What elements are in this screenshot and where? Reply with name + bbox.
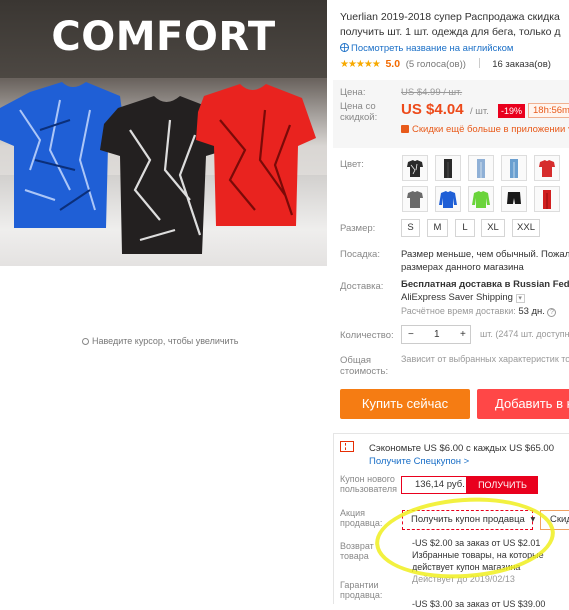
stock-note: шт. (2474 шт. доступн bbox=[480, 329, 569, 339]
product-title-line1: Yuerlian 2019-2018 супер Распродажа скид… bbox=[340, 11, 560, 23]
return-label-line1: Возврат bbox=[340, 541, 374, 551]
color-label: Цвет: bbox=[340, 159, 364, 170]
tshirts-illustration bbox=[0, 82, 316, 254]
fit-label: Посадка: bbox=[340, 249, 380, 260]
rating-row[interactable]: ★★★★★ 5.0 (5 голоса(ов)) 16 заказа(ов) bbox=[340, 58, 551, 70]
guarantee-label-line1: Гарантии bbox=[340, 580, 379, 590]
quantity-stepper[interactable]: − 1 + bbox=[401, 325, 471, 344]
seller-promo-label-line2: продавца: bbox=[340, 518, 383, 528]
color-swatch[interactable] bbox=[435, 186, 461, 212]
color-swatch[interactable] bbox=[468, 155, 494, 181]
seller-promo-label: Акция продавца: bbox=[340, 508, 382, 528]
fit-line1: Размер меньше, чем обычный. Пожалуй bbox=[401, 249, 569, 260]
magnifier-icon bbox=[82, 338, 89, 345]
app-deal-text: Скидки ещё больше в приложении bbox=[412, 124, 566, 135]
return-label-line2: товара bbox=[340, 551, 369, 561]
size-option-m[interactable]: M bbox=[427, 219, 448, 237]
coupon-deal-amount-2[interactable]: -US $3.00 за заказ от US $39.00 bbox=[412, 598, 545, 610]
qty-label: Количество: bbox=[340, 330, 394, 341]
coupon-deal-scope: Избранные товары, на которые bbox=[412, 550, 544, 560]
color-swatch[interactable] bbox=[501, 186, 527, 212]
guarantee-label-line2: продавца: bbox=[340, 590, 383, 600]
fit-info: Размер меньше, чем обычный. Пожалуй разм… bbox=[401, 248, 569, 274]
get-coupon-button[interactable]: ПОЛУЧИТЬ bbox=[467, 476, 538, 494]
delivery-time-value: 53 дн. bbox=[518, 306, 545, 317]
color-swatch[interactable] bbox=[468, 186, 494, 212]
product-title-line2: получить шт. 1 шт. одежда для бега, толь… bbox=[340, 26, 561, 38]
delivery-time: Расчётное время доставки: 53 дн. ? bbox=[401, 306, 557, 317]
color-swatch[interactable] bbox=[501, 155, 527, 181]
total-label-line1: Общая bbox=[340, 355, 372, 366]
rating-stars-icon: ★★★★★ bbox=[340, 59, 381, 70]
old-price: US $4.99 / шт. bbox=[401, 87, 463, 98]
coupon-value: 136,14 руб. bbox=[401, 476, 467, 494]
coupon-deal-expiry: Действует до 2019/02/13 bbox=[412, 574, 515, 584]
size-option-xxl[interactable]: XXL bbox=[512, 219, 540, 237]
coupon-icon bbox=[340, 441, 354, 452]
size-label: Размер: bbox=[340, 223, 376, 234]
new-user-coupon-label: Купон нового пользователя bbox=[340, 474, 397, 494]
zoom-hint: Наведите курсор, чтобы увеличить bbox=[82, 336, 238, 346]
new-user-label-line2: пользователя bbox=[340, 484, 397, 494]
coupon-deal-scope-cont: действует купон магазина bbox=[412, 562, 521, 572]
countdown-timer: 18h:56m bbox=[528, 103, 569, 118]
tag-icon bbox=[401, 125, 409, 133]
translate-title-link[interactable]: Посмотреть название на английском bbox=[351, 43, 513, 54]
size-option-l[interactable]: L bbox=[455, 219, 475, 237]
chevron-down-icon: ▾ bbox=[530, 514, 536, 525]
price-unit: / шт. bbox=[470, 106, 489, 117]
product-main-image[interactable]: COMFORT bbox=[0, 0, 327, 266]
shipping-method-select[interactable]: AliExpress Saver Shipping ▾ bbox=[401, 292, 525, 303]
total-label: Общая стоимость: bbox=[340, 355, 388, 377]
guarantee-label: Гарантии продавца: bbox=[340, 580, 382, 600]
total-label-line2: стоимость: bbox=[340, 366, 389, 377]
seller-discount-dropdown[interactable]: Скид bbox=[540, 510, 569, 530]
rating-votes[interactable]: (5 голоса(ов)) bbox=[406, 59, 466, 70]
new-user-label-line1: Купон нового bbox=[340, 474, 395, 484]
delivery-label: Доставка: bbox=[340, 281, 384, 292]
coupon-deal-amount[interactable]: -US $2.00 за заказ от US $2.01 bbox=[412, 537, 540, 549]
color-swatch[interactable] bbox=[402, 155, 428, 181]
old-price-label: Цена: bbox=[340, 87, 366, 98]
zoom-hint-text: Наведите курсор, чтобы увеличить bbox=[92, 336, 239, 346]
buy-now-button[interactable]: Купить сейчас bbox=[340, 389, 470, 419]
chevron-down-icon: ▾ bbox=[515, 294, 525, 303]
translate-icon bbox=[340, 43, 349, 55]
size-option-s[interactable]: S bbox=[401, 219, 420, 237]
rating-score: 5.0 bbox=[385, 58, 401, 70]
color-swatch[interactable] bbox=[435, 155, 461, 181]
qty-minus-button[interactable]: − bbox=[408, 329, 414, 340]
get-special-coupon-link[interactable]: Получите Спецкупон > bbox=[369, 456, 469, 467]
color-swatch[interactable] bbox=[534, 155, 560, 181]
color-swatch[interactable] bbox=[534, 186, 560, 212]
color-swatch[interactable] bbox=[402, 186, 428, 212]
timer-text: 18h:56m bbox=[533, 105, 569, 116]
qty-plus-button[interactable]: + bbox=[460, 329, 466, 340]
rating-divider bbox=[478, 58, 480, 68]
total-value: Зависит от выбранных характеристик то bbox=[401, 354, 569, 364]
red-tshirt bbox=[196, 84, 316, 226]
delivery-time-label: Расчётное время доставки: bbox=[401, 306, 516, 316]
saving-offer: Сэкономьте US $6.00 с каждых US $65.00 bbox=[369, 443, 554, 454]
free-shipping-text: Бесплатная доставка в Russian Federa bbox=[401, 279, 569, 290]
orders-count: 16 заказа(ов) bbox=[492, 59, 551, 70]
help-icon[interactable]: ? bbox=[547, 308, 557, 317]
seller-coupon-dropdown[interactable]: Получить купон продавца ▾ bbox=[402, 510, 536, 530]
discount-price: US $4.04 bbox=[401, 101, 464, 118]
fit-line2: размерах данного магазина bbox=[401, 262, 524, 273]
size-option-xl[interactable]: XL bbox=[481, 219, 505, 237]
return-label: Возврат товара bbox=[340, 541, 374, 561]
seller-coupon-dropdown-text: Получить купон продавца bbox=[411, 514, 525, 525]
product-title: Yuerlian 2019-2018 супер Распродажа скид… bbox=[340, 10, 569, 40]
shipping-method: AliExpress Saver Shipping bbox=[401, 292, 513, 303]
app-deal-link[interactable]: Скидки ещё больше в приложении ▾ bbox=[401, 124, 569, 135]
qty-value[interactable]: 1 bbox=[434, 329, 440, 340]
add-to-cart-button[interactable]: Добавить в к bbox=[477, 389, 569, 419]
blue-tshirt bbox=[0, 82, 126, 228]
new-price-label: Цена со скидкой: bbox=[340, 101, 378, 123]
seller-promo-label-line1: Акция bbox=[340, 508, 365, 518]
discount-badge: -19% bbox=[498, 104, 526, 118]
